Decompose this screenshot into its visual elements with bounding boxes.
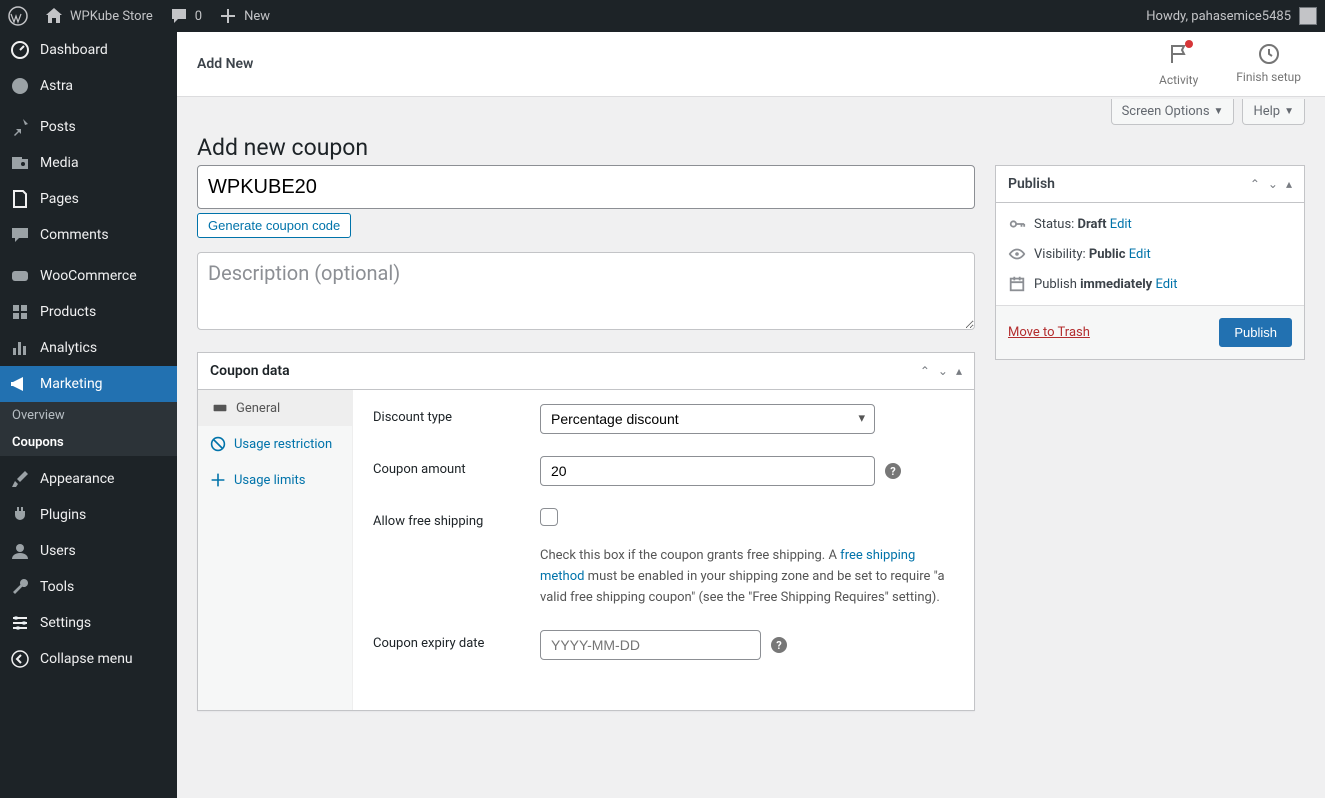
description-textarea[interactable] <box>197 252 975 330</box>
publish-box: Publish ⌃ ⌄ ▴ Status: Draft Edit <box>995 165 1305 360</box>
sidebar-item-appearance[interactable]: Appearance <box>0 461 177 497</box>
tab-usage-limits[interactable]: Usage limits <box>198 462 352 498</box>
sidebar-item-plugins[interactable]: Plugins <box>0 497 177 533</box>
discount-type-label: Discount type <box>373 404 540 425</box>
flag-icon <box>1167 42 1191 69</box>
sidebar-item-analytics[interactable]: Analytics <box>0 330 177 366</box>
help-icon[interactable]: ? <box>885 463 901 479</box>
limits-icon <box>210 472 226 488</box>
help-tab[interactable]: Help▼ <box>1242 99 1305 125</box>
edit-status-link[interactable]: Edit <box>1110 217 1132 232</box>
sidebar-item-collapse[interactable]: Collapse menu <box>0 641 177 677</box>
expiry-label: Coupon expiry date <box>373 630 540 651</box>
plus-icon <box>218 6 238 26</box>
sidebar-item-posts[interactable]: Posts <box>0 109 177 145</box>
submenu-coupons[interactable]: Coupons <box>0 429 177 456</box>
admin-bar: WPKube Store 0 New Howdy, pahasemice5485 <box>0 0 1325 32</box>
sliders-icon <box>10 613 30 633</box>
sidebar-item-products[interactable]: Products <box>0 294 177 330</box>
panel-toggle-icon[interactable]: ▴ <box>956 364 962 378</box>
products-icon <box>10 302 30 322</box>
comment-icon <box>10 225 30 245</box>
coupon-amount-input[interactable] <box>540 456 875 486</box>
free-shipping-help: Check this box if the coupon grants free… <box>540 546 954 608</box>
dashboard-icon <box>10 40 30 60</box>
panel-up-icon[interactable]: ⌃ <box>920 364 930 378</box>
sidebar-item-woocommerce[interactable]: WooCommerce <box>0 258 177 294</box>
discount-type-select[interactable]: Percentage discount <box>540 404 875 434</box>
home-icon <box>44 6 64 26</box>
megaphone-icon <box>10 374 30 394</box>
page-icon <box>10 189 30 209</box>
brush-icon <box>10 469 30 489</box>
eye-icon <box>1008 245 1026 263</box>
comments-count: 0 <box>195 9 202 24</box>
collapse-icon <box>10 649 30 669</box>
plug-icon <box>10 505 30 525</box>
panel-toggle-icon[interactable]: ▴ <box>1286 177 1292 191</box>
publish-button[interactable]: Publish <box>1219 318 1292 347</box>
page-title: Add new coupon <box>177 125 1325 165</box>
site-link[interactable]: WPKube Store <box>44 6 153 26</box>
submenu-overview[interactable]: Overview <box>0 402 177 429</box>
publish-title: Publish <box>1008 176 1055 192</box>
comments-link[interactable]: 0 <box>169 6 202 26</box>
admin-sidebar: Dashboard Astra Posts Media Pages Commen… <box>0 32 177 798</box>
new-label: New <box>244 9 270 24</box>
sidebar-item-settings[interactable]: Settings <box>0 605 177 641</box>
wrench-icon <box>10 577 30 597</box>
pin-icon <box>10 117 30 137</box>
top-bar: Add New Activity Finish setup <box>177 32 1325 97</box>
sidebar-item-pages[interactable]: Pages <box>0 181 177 217</box>
coupon-amount-label: Coupon amount <box>373 456 540 477</box>
finish-setup-button[interactable]: Finish setup <box>1232 42 1305 87</box>
sidebar-item-dashboard[interactable]: Dashboard <box>0 32 177 68</box>
edit-visibility-link[interactable]: Edit <box>1129 247 1151 262</box>
analytics-icon <box>10 338 30 358</box>
howdy-text[interactable]: Howdy, pahasemice5485 <box>1146 9 1291 24</box>
content-area: Add New Activity Finish setup Screen Opt… <box>177 32 1325 798</box>
sidebar-item-astra[interactable]: Astra <box>0 68 177 104</box>
activity-button[interactable]: Activity <box>1155 42 1202 87</box>
panel-down-icon[interactable]: ⌄ <box>938 364 948 378</box>
tab-usage-restriction[interactable]: Usage restriction <box>198 426 352 462</box>
expiry-input[interactable] <box>540 630 761 660</box>
user-icon <box>10 541 30 561</box>
marketing-submenu: Overview Coupons <box>0 402 177 456</box>
edit-schedule-link[interactable]: Edit <box>1155 277 1177 292</box>
astra-icon <box>10 76 30 96</box>
generate-coupon-button[interactable]: Generate coupon code <box>197 213 351 238</box>
free-shipping-checkbox[interactable] <box>540 508 558 526</box>
coupon-code-input[interactable] <box>197 165 975 209</box>
wp-logo[interactable] <box>8 6 28 26</box>
coupon-data-title: Coupon data <box>210 363 290 379</box>
ticket-icon <box>212 400 228 416</box>
coupon-data-box: Coupon data ⌃ ⌄ ▴ General Usage restrict… <box>197 352 975 711</box>
woocommerce-icon <box>10 266 30 286</box>
free-shipping-label: Allow free shipping <box>373 508 540 529</box>
help-icon[interactable]: ? <box>771 637 787 653</box>
sidebar-item-media[interactable]: Media <box>0 145 177 181</box>
move-to-trash-link[interactable]: Move to Trash <box>1008 325 1090 340</box>
tab-general[interactable]: General <box>198 390 352 426</box>
media-icon <box>10 153 30 173</box>
sidebar-item-marketing[interactable]: Marketing <box>0 366 177 402</box>
calendar-icon <box>1008 275 1026 293</box>
comment-icon <box>169 6 189 26</box>
new-link[interactable]: New <box>218 6 270 26</box>
caret-down-icon: ▼ <box>1214 106 1224 117</box>
sidebar-item-comments[interactable]: Comments <box>0 217 177 253</box>
clock-icon <box>1257 42 1281 66</box>
topbar-title: Add New <box>197 56 253 72</box>
caret-down-icon: ▼ <box>1284 106 1294 117</box>
avatar[interactable] <box>1299 7 1317 25</box>
sidebar-item-tools[interactable]: Tools <box>0 569 177 605</box>
key-icon <box>1008 215 1026 233</box>
restrict-icon <box>210 436 226 452</box>
screen-options-tab[interactable]: Screen Options▼ <box>1111 99 1235 125</box>
site-name: WPKube Store <box>70 9 153 24</box>
sidebar-item-users[interactable]: Users <box>0 533 177 569</box>
panel-up-icon[interactable]: ⌃ <box>1250 177 1260 191</box>
panel-down-icon[interactable]: ⌄ <box>1268 177 1278 191</box>
